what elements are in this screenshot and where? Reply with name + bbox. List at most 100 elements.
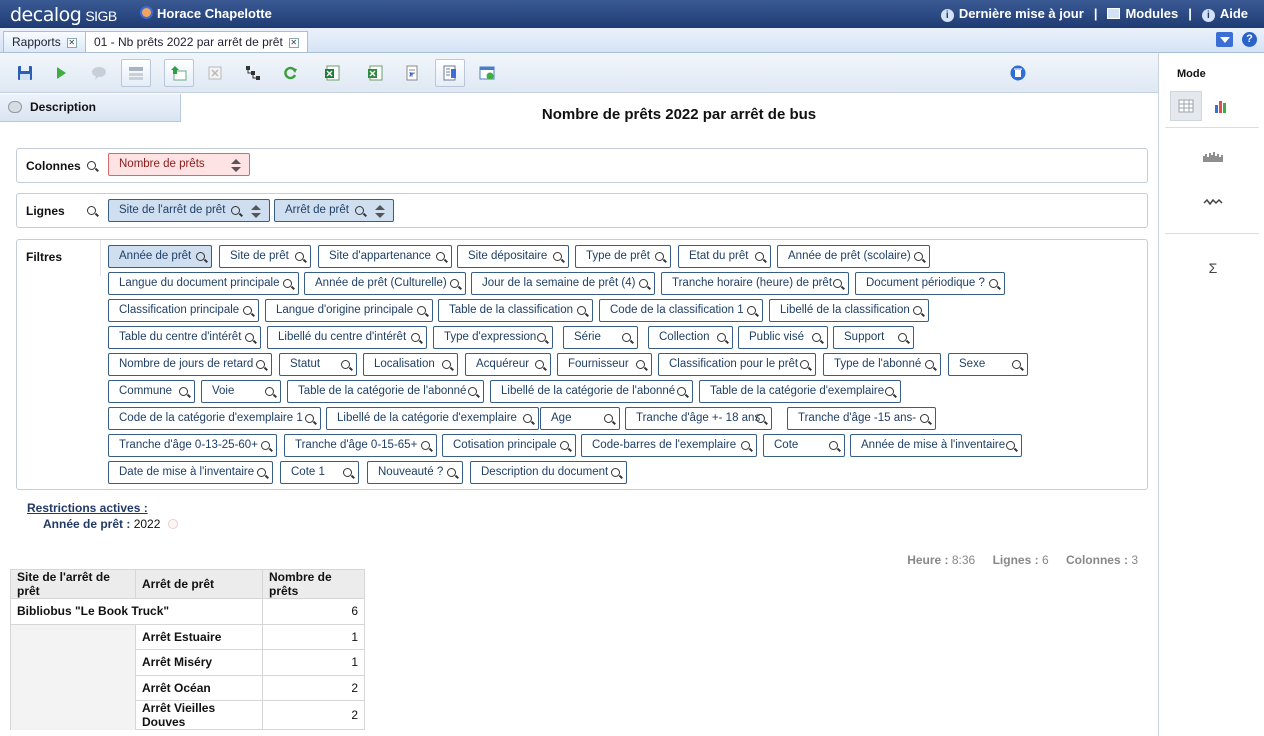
remove-restriction-icon[interactable]	[167, 519, 178, 529]
search-icon[interactable]	[920, 414, 929, 423]
comment-button[interactable]	[84, 59, 114, 87]
filter-chip[interactable]: Code de la catégorie d'exemplaire 1	[108, 407, 321, 430]
tab-list-dropdown-icon[interactable]	[1216, 32, 1233, 47]
filter-chip[interactable]: Année de mise à l'inventaire	[850, 434, 1022, 457]
filter-chip[interactable]: Type de l'abonné	[823, 353, 941, 376]
search-icon[interactable]	[87, 206, 96, 215]
search-icon[interactable]	[833, 279, 842, 288]
filter-chip[interactable]: Libellé du centre d'intérêt	[267, 326, 427, 349]
search-icon[interactable]	[450, 279, 459, 288]
search-icon[interactable]	[636, 360, 645, 369]
filter-chip[interactable]: Classification pour le prêt	[658, 353, 816, 376]
sort-arrows-icon[interactable]	[251, 205, 262, 218]
filter-chip[interactable]: Tranche horaire (heure) de prêt	[661, 272, 849, 295]
filter-chip[interactable]: Collection	[648, 326, 733, 349]
search-icon[interactable]	[747, 306, 756, 315]
filter-chip[interactable]: Année de prêt (Culturelle)	[304, 272, 466, 295]
tab-rapports[interactable]: Rapports ✕	[3, 31, 86, 52]
row-chip[interactable]: Arrêt de prêt	[274, 199, 394, 222]
delete-button[interactable]	[1003, 59, 1033, 87]
search-icon[interactable]	[1012, 360, 1021, 369]
close-icon[interactable]: ✕	[288, 38, 299, 48]
sort-arrows-icon[interactable]	[374, 205, 385, 218]
search-icon[interactable]	[417, 306, 426, 315]
search-icon[interactable]	[553, 252, 562, 261]
filter-chip[interactable]: Table de la classification	[438, 299, 593, 322]
search-icon[interactable]	[442, 360, 451, 369]
search-icon[interactable]	[231, 206, 241, 215]
filter-chip[interactable]: Type de prêt	[575, 245, 671, 268]
search-icon[interactable]	[341, 360, 350, 369]
search-icon[interactable]	[677, 387, 686, 396]
search-icon[interactable]	[257, 468, 266, 477]
search-icon[interactable]	[655, 252, 664, 261]
search-icon[interactable]	[245, 333, 254, 342]
filter-chip[interactable]: Statut	[279, 353, 357, 376]
filter-chip[interactable]: Table du centre d'intérêt	[108, 326, 261, 349]
calendar-table-button[interactable]	[472, 59, 502, 87]
filter-chip[interactable]: Site d'appartenance	[318, 245, 452, 268]
search-icon[interactable]	[537, 333, 546, 342]
row-chip[interactable]: Site de l'arrêt de prêt	[108, 199, 271, 222]
filter-chip[interactable]: Description du document	[470, 461, 627, 484]
filter-chip[interactable]: Table de la catégorie de l'abonné	[287, 380, 484, 403]
search-icon[interactable]	[914, 252, 923, 261]
search-icon[interactable]	[411, 333, 420, 342]
excel-export-button[interactable]	[317, 59, 347, 87]
filter-chip[interactable]: Support	[833, 326, 914, 349]
filter-chip[interactable]: Langue du document principale	[108, 272, 299, 295]
search-icon[interactable]	[523, 414, 532, 423]
filter-chip[interactable]: Cote	[763, 434, 845, 457]
filter-chip[interactable]: Public visé	[738, 326, 828, 349]
filter-chip[interactable]: Tranche d'âge -15 ans-	[787, 407, 936, 430]
filter-chip[interactable]: Localisation	[363, 353, 458, 376]
filter-chip[interactable]: Tranche d'âge +- 18 ans	[625, 407, 772, 430]
search-icon[interactable]	[265, 387, 274, 396]
search-icon[interactable]	[468, 387, 477, 396]
export-button[interactable]	[164, 59, 194, 87]
filter-chip[interactable]: Classification principale	[108, 299, 259, 322]
search-icon[interactable]	[885, 387, 894, 396]
filter-chip[interactable]: Libellé de la catégorie de l'abonné	[490, 380, 693, 403]
search-icon[interactable]	[577, 306, 586, 315]
filter-chip[interactable]: Libellé de la classification	[769, 299, 929, 322]
search-icon[interactable]	[256, 360, 265, 369]
search-icon[interactable]	[898, 333, 907, 342]
search-icon[interactable]	[87, 161, 96, 170]
chart-mode-button[interactable]	[1205, 91, 1237, 121]
filter-chip[interactable]: Age	[540, 407, 620, 430]
search-icon[interactable]	[421, 441, 430, 450]
filter-chip[interactable]: Année de prêt (scolaire)	[777, 245, 930, 268]
column-header[interactable]: Site de l'arrêt de prêt	[10, 569, 136, 599]
search-icon[interactable]	[717, 333, 726, 342]
filter-chip[interactable]: Tranche d'âge 0-13-25-60+	[108, 434, 277, 457]
filter-chip[interactable]: Cote 1	[280, 461, 359, 484]
filter-chip[interactable]: Etat du prêt	[678, 245, 771, 268]
filter-chip[interactable]: Nouveauté ?	[367, 461, 463, 484]
column-chip[interactable]: Nombre de prêts	[108, 153, 250, 176]
search-icon[interactable]	[741, 441, 750, 450]
search-icon[interactable]	[756, 414, 765, 423]
save-button[interactable]	[10, 59, 40, 87]
search-icon[interactable]	[622, 333, 631, 342]
modules-link[interactable]: Modules	[1107, 6, 1178, 22]
column-header[interactable]: Nombre de prêts	[262, 569, 365, 599]
filter-chip[interactable]: Document périodique ?	[855, 272, 1005, 295]
search-icon[interactable]	[913, 306, 922, 315]
filter-chip[interactable]: Voie	[201, 380, 281, 403]
last-update-link[interactable]: i Dernière mise à jour	[940, 6, 1084, 22]
search-icon[interactable]	[829, 441, 838, 450]
filter-chip[interactable]: Série	[563, 326, 638, 349]
user-menu[interactable]: Horace Chapelotte	[140, 6, 272, 21]
line-chart-button[interactable]	[1197, 187, 1229, 217]
search-icon[interactable]	[283, 279, 292, 288]
search-icon[interactable]	[1006, 441, 1015, 450]
filter-chip[interactable]: Date de mise à l'inventaire	[108, 461, 273, 484]
sort-arrows-icon[interactable]	[230, 159, 241, 172]
filter-chip[interactable]: Acquéreur	[465, 353, 551, 376]
filter-chip[interactable]: Jour de la semaine de prêt (4)	[471, 272, 655, 295]
filter-chip[interactable]: Code-barres de l'exemplaire	[581, 434, 757, 457]
filter-chip[interactable]: Année de prêt	[108, 245, 212, 268]
search-icon[interactable]	[196, 252, 205, 261]
help-icon[interactable]: ?	[1242, 32, 1257, 47]
